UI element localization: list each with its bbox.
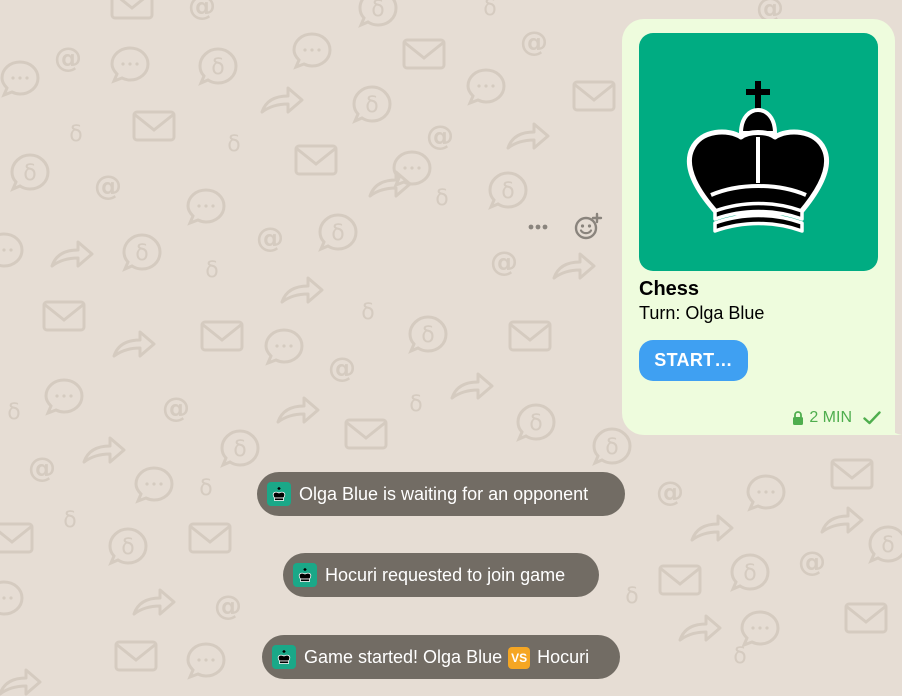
outgoing-message-bubble: Chess Turn: Olga Blue START… 2 MIN — [622, 19, 895, 435]
more-options-button[interactable] — [522, 214, 554, 240]
bubble-tail — [886, 420, 902, 435]
message-time: 2 MIN — [809, 409, 852, 426]
lock-icon — [793, 411, 804, 425]
service-message: Hocuri requested to join game — [283, 553, 599, 597]
chess-king-icon — [272, 645, 296, 669]
add-reaction-icon — [574, 212, 603, 240]
add-reaction-button[interactable] — [572, 211, 604, 243]
message-actions — [522, 208, 612, 246]
service-message-text: Game started! Olga Blue — [304, 646, 503, 667]
start-game-button[interactable]: START… — [639, 340, 748, 381]
game-title: Chess — [639, 278, 700, 300]
service-message-text: Olga Blue is waiting for an opponent — [299, 483, 589, 504]
chess-king-icon — [267, 482, 291, 506]
check-icon — [863, 411, 881, 425]
game-preview-image[interactable] — [639, 33, 878, 271]
chess-king-icon — [686, 81, 830, 233]
service-message: Game started! Olga Blue VS Hocuri — [262, 635, 620, 679]
service-message: Olga Blue is waiting for an opponent — [257, 472, 625, 516]
game-turn-status: Turn: Olga Blue — [639, 303, 765, 323]
more-dots-icon — [528, 224, 548, 230]
service-message-text: Hocuri — [537, 646, 590, 667]
service-message-text: Hocuri requested to join game — [325, 564, 566, 585]
vs-badge: VS — [508, 647, 531, 669]
chess-king-icon — [293, 563, 317, 587]
message-meta: 2 MIN — [792, 409, 881, 427]
